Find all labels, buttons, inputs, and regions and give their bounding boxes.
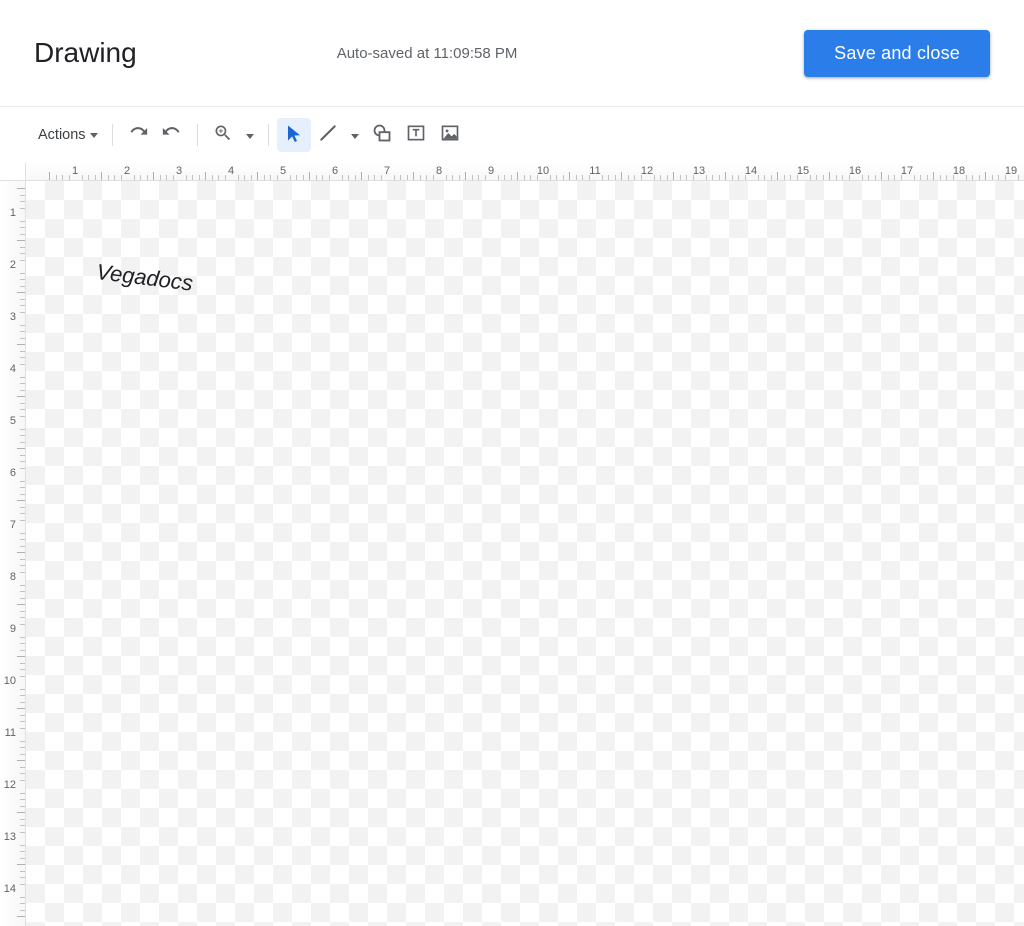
ruler-number: 5 xyxy=(10,415,16,429)
ruler-number: 9 xyxy=(10,623,16,637)
select-icon xyxy=(285,124,303,147)
ruler-number: 4 xyxy=(219,165,243,177)
zoom-icon xyxy=(213,123,233,148)
save-and-close-button[interactable]: Save and close xyxy=(804,30,990,77)
ruler-number: 14 xyxy=(4,883,16,897)
vertical-ruler[interactable]: 1234567891011121314 xyxy=(0,181,26,926)
ruler-number: 10 xyxy=(531,165,555,177)
ruler-number: 6 xyxy=(323,165,347,177)
ruler-corner xyxy=(0,163,26,181)
ruler-number: 4 xyxy=(10,363,16,377)
ruler-number: 13 xyxy=(687,165,711,177)
ruler-number: 12 xyxy=(4,779,16,793)
redo-icon xyxy=(162,123,182,148)
undo-icon xyxy=(128,123,148,148)
textbox-icon xyxy=(406,123,426,148)
ruler-number: 16 xyxy=(843,165,867,177)
ruler-number: 18 xyxy=(947,165,971,177)
dialog-title: Drawing xyxy=(34,37,137,69)
wordart-text[interactable]: Vegadocs xyxy=(95,259,194,297)
shape-tool-button[interactable] xyxy=(365,118,399,152)
dialog-header: Drawing Auto-saved at 11:09:58 PM Save a… xyxy=(0,0,1024,106)
ruler-number: 15 xyxy=(791,165,815,177)
ruler-number: 10 xyxy=(4,675,16,689)
ruler-number: 13 xyxy=(4,831,16,845)
line-icon xyxy=(318,123,338,148)
ruler-number: 8 xyxy=(427,165,451,177)
ruler-number: 2 xyxy=(10,259,16,273)
ruler-number: 14 xyxy=(739,165,763,177)
image-tool-button[interactable] xyxy=(433,118,467,152)
caret-down-icon xyxy=(351,126,359,144)
select-tool-button[interactable] xyxy=(277,118,311,152)
ruler-number: 1 xyxy=(10,207,16,221)
redo-button[interactable] xyxy=(155,118,189,152)
ruler-number: 6 xyxy=(10,467,16,481)
drawing-canvas[interactable]: Vegadocs xyxy=(26,181,1024,926)
undo-button[interactable] xyxy=(121,118,155,152)
ruler-number: 1 xyxy=(63,165,87,177)
actions-menu-label: Actions xyxy=(38,127,86,143)
zoom-button[interactable] xyxy=(206,118,240,152)
ruler-number: 11 xyxy=(5,727,16,741)
textbox-tool-button[interactable] xyxy=(399,118,433,152)
separator xyxy=(197,124,198,146)
shape-icon xyxy=(372,123,392,148)
ruler-number: 17 xyxy=(895,165,919,177)
ruler-number: 11 xyxy=(583,165,607,177)
separator xyxy=(268,124,269,146)
ruler-number: 7 xyxy=(375,165,399,177)
image-icon xyxy=(440,123,460,148)
separator xyxy=(112,124,113,146)
horizontal-ruler[interactable]: 12345678910111213141516171819 xyxy=(26,163,1024,181)
zoom-dropdown-button[interactable] xyxy=(240,118,260,152)
line-dropdown-button[interactable] xyxy=(345,118,365,152)
ruler-number: 2 xyxy=(115,165,139,177)
ruler-number: 7 xyxy=(10,519,16,533)
actions-menu-button[interactable]: Actions xyxy=(32,118,104,152)
toolbar: Actions xyxy=(0,107,1024,163)
ruler-number: 19 xyxy=(999,165,1023,177)
workspace: 12345678910111213141516171819 1234567891… xyxy=(0,163,1024,926)
ruler-number: 3 xyxy=(10,311,16,325)
caret-down-icon xyxy=(90,127,98,143)
ruler-number: 8 xyxy=(10,571,16,585)
ruler-number: 12 xyxy=(635,165,659,177)
ruler-number: 9 xyxy=(479,165,503,177)
autosave-status: Auto-saved at 11:09:58 PM xyxy=(137,45,804,62)
ruler-number: 5 xyxy=(271,165,295,177)
line-tool-button[interactable] xyxy=(311,118,345,152)
caret-down-icon xyxy=(246,126,254,144)
ruler-number: 3 xyxy=(167,165,191,177)
